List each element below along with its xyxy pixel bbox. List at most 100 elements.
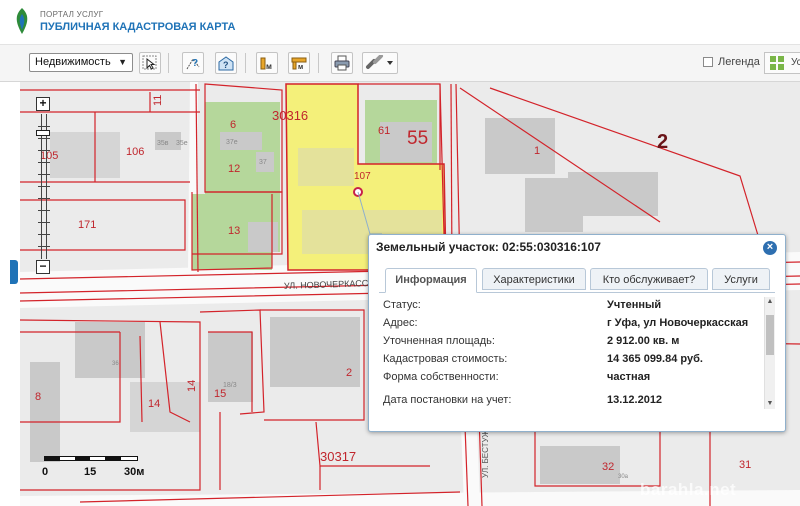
label-1: 1 [534, 145, 540, 157]
label-107: 107 [354, 171, 371, 182]
label-block-30316: 30316 [272, 108, 308, 123]
services-button[interactable]: Ус [764, 52, 800, 74]
grid-icon [770, 56, 784, 70]
info-row-status: Статус: Учтенный [383, 299, 759, 315]
info-row-address: Адрес: г Уфа, ул Новочеркасская [383, 317, 759, 333]
zoom-tick [38, 186, 50, 187]
legend-label[interactable]: Легенда [718, 56, 760, 68]
label-30a: 30а [618, 474, 629, 480]
area-tool-button[interactable]: м [288, 52, 310, 74]
zoom-tick [38, 198, 50, 199]
zoom-slider-thumb[interactable] [36, 130, 50, 136]
portal-label: ПОРТАЛ УСЛУГ [40, 10, 104, 19]
label-2: 2 [346, 367, 352, 379]
row-key: Уточненная площадь: [383, 335, 495, 347]
identify-icon: ? [186, 58, 200, 70]
tab-who-serves[interactable]: Кто обслуживает? [590, 268, 708, 290]
tab-characteristics[interactable]: Характеристики [482, 268, 586, 290]
svg-text:?: ? [192, 58, 198, 69]
label-106: 106 [126, 146, 144, 158]
label-14b: 14 [148, 398, 160, 410]
print-button[interactable] [331, 52, 353, 74]
scale-bar-frame [44, 456, 138, 461]
row-value: Учтенный [607, 299, 662, 311]
info-row-ownership: Форма собственности: частная [383, 371, 759, 387]
zoom-tick [38, 138, 50, 139]
label-31: 31 [739, 459, 751, 471]
label-8: 8 [35, 391, 41, 403]
label-13: 13 [228, 225, 240, 237]
zoom-control: + − [36, 97, 52, 275]
zoom-tick [38, 162, 50, 163]
label-12: 12 [228, 163, 240, 175]
toolbar-separator [168, 53, 169, 73]
services-label: Ус [791, 57, 800, 68]
cursor-icon [142, 55, 157, 70]
scale-label-0: 0 [42, 466, 49, 478]
zoom-tick [38, 174, 50, 175]
watermark: barahla.net [640, 480, 737, 499]
label-15: 15 [214, 388, 226, 400]
map-toolbar: Недвижимость ▼ ? ? м м Легенда Ус [0, 45, 800, 82]
svg-text:м: м [266, 62, 272, 71]
tab-services[interactable]: Услуги [712, 268, 770, 290]
info-icon: ? [218, 56, 234, 71]
label-14a: 14 [186, 380, 198, 392]
zoom-tick [38, 222, 50, 223]
label-35e: 35е [176, 140, 188, 147]
zoom-tick [38, 234, 50, 235]
tab-information[interactable]: Информация [385, 268, 477, 293]
row-value: 2 912.00 кв. м [607, 335, 680, 347]
toolbar-separator [318, 53, 319, 73]
measure-tool-button[interactable]: м [256, 52, 278, 74]
measure-icon: м [260, 57, 272, 71]
legend-checkbox[interactable] [703, 57, 713, 67]
label-6: 6 [230, 119, 236, 131]
scroll-thumb[interactable] [766, 315, 774, 355]
scale-segment [105, 457, 121, 460]
left-panel-edge [0, 82, 20, 506]
zoom-tick [38, 210, 50, 211]
row-value: 13.12.2012 [607, 394, 663, 406]
svg-text:?: ? [223, 60, 229, 70]
row-value: г Уфа, ул Новочеркасская [607, 317, 749, 329]
scale-label-15: 15 [84, 466, 97, 478]
label-55: 55 [407, 128, 428, 149]
label-32: 32 [602, 461, 614, 473]
select-tool-button[interactable] [139, 52, 161, 74]
scale-segment [75, 457, 90, 460]
chain-link-icon [366, 55, 393, 69]
parcel-info-popup: Земельный участок: 02:55:030316:107 × Ин… [368, 234, 786, 432]
scroll-down-icon[interactable]: ▼ [765, 399, 775, 409]
link-button[interactable] [362, 52, 398, 74]
info-row-cadastral-cost: Кадастровая стоимость: 14 365 099.84 руб… [383, 353, 759, 369]
popup-title: Земельный участок: 02:55:030316:107 [376, 240, 601, 254]
popup-scrollbar[interactable]: ▲ ▼ [764, 297, 775, 409]
scroll-up-icon[interactable]: ▲ [765, 297, 775, 307]
info-tool-button[interactable]: ? [215, 52, 237, 74]
row-key: Кадастровая стоимость: [383, 353, 508, 365]
zoom-tick [38, 126, 50, 127]
close-icon[interactable]: × [763, 241, 777, 255]
label-37: 37 [259, 159, 267, 166]
zoom-in-button[interactable]: + [36, 97, 50, 111]
info-row-registration-date: Дата постановки на учет: 13.12.2012 [383, 394, 759, 410]
portal-title[interactable]: ПУБЛИЧНАЯ КАДАСТРОВАЯ КАРТА [40, 21, 235, 33]
label-171: 171 [78, 219, 96, 231]
label-61: 61 [378, 125, 390, 137]
identify-tool-button[interactable]: ? [182, 52, 204, 74]
area-icon: м [291, 57, 307, 71]
row-key: Статус: [383, 299, 421, 311]
toolbar-separator [245, 53, 246, 73]
row-key: Адрес: [383, 317, 418, 329]
label-11: 11 [152, 95, 164, 106]
printer-icon [334, 55, 350, 71]
object-type-select[interactable]: Недвижимость ▼ [29, 53, 133, 72]
zoom-tick [38, 150, 50, 151]
row-key: Форма собственности: [383, 371, 499, 383]
expand-panel-handle[interactable] [10, 260, 18, 284]
object-type-value: Недвижимость [35, 56, 111, 68]
row-value: частная [607, 371, 651, 383]
zoom-out-button[interactable]: − [36, 260, 50, 274]
label-36: 36 [112, 361, 119, 367]
